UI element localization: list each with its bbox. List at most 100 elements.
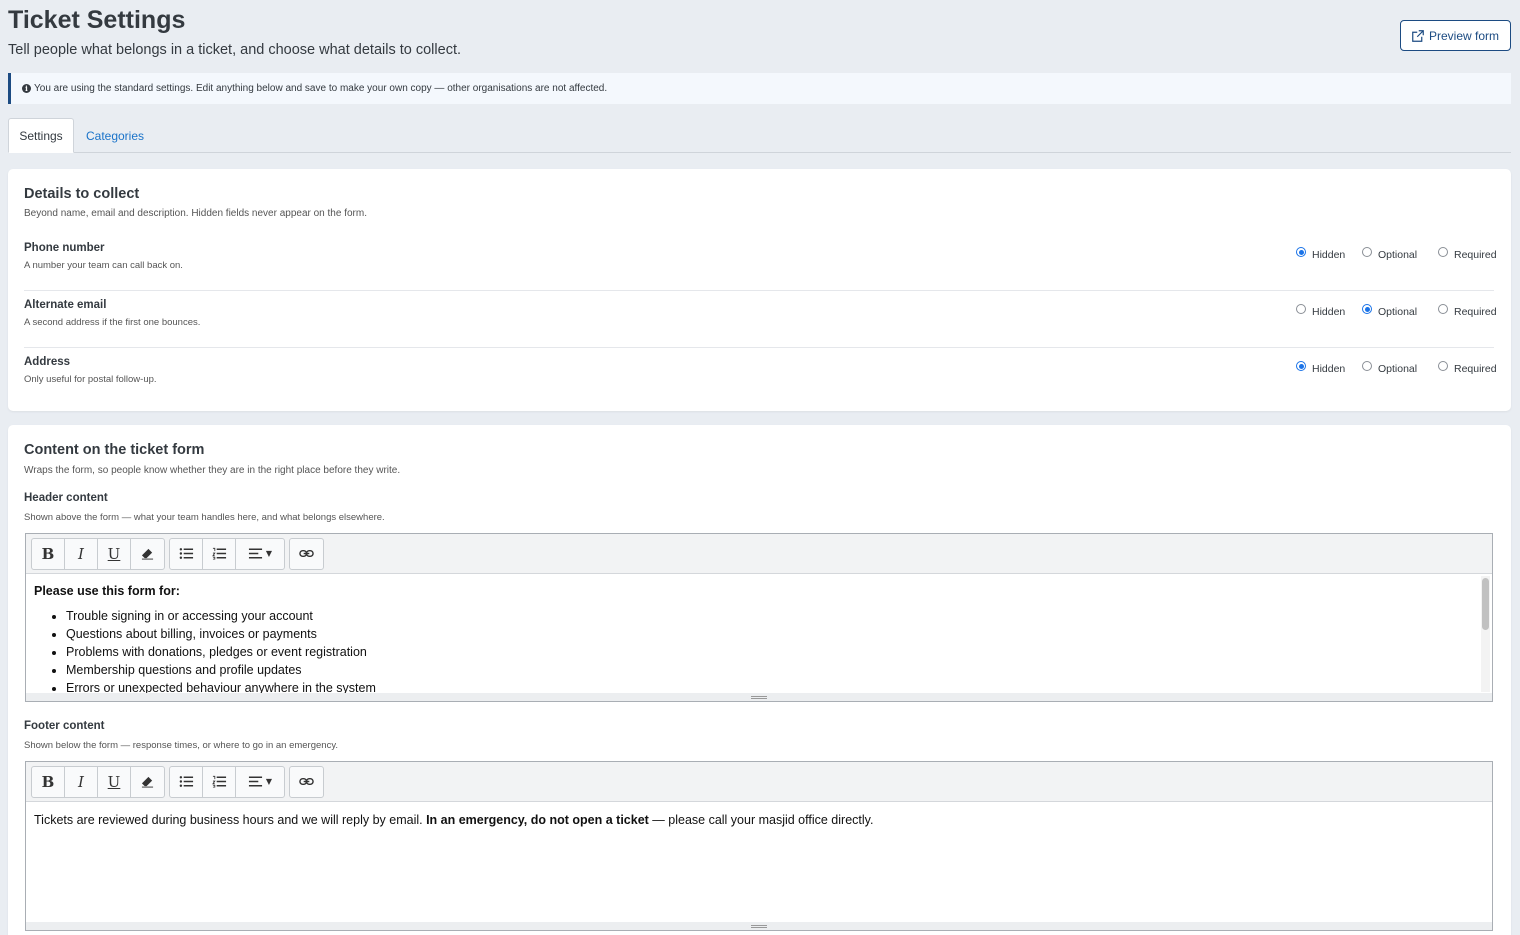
radio-dot[interactable] xyxy=(1362,304,1372,314)
field-help: A second address if the first one bounce… xyxy=(24,317,201,328)
radio-label: Required xyxy=(1454,363,1497,375)
visibility-radio-group: Hidden Optional Required xyxy=(1296,361,1497,379)
details-title: Details to collect xyxy=(24,186,140,202)
info-icon: i xyxy=(22,84,31,93)
footer-text-bold: In an emergency, do not open a ticket xyxy=(426,813,649,827)
header-content-label: Header content xyxy=(24,492,108,504)
radio-dot[interactable] xyxy=(1438,361,1448,371)
footer-text-after: — please call your masjid office directl… xyxy=(648,813,874,827)
align-left-icon xyxy=(248,548,262,559)
radio-dot[interactable] xyxy=(1362,361,1372,371)
field-row-address: Address Only useful for postal follow-up… xyxy=(24,348,1497,405)
align-left-icon xyxy=(248,776,262,787)
radio-dot[interactable] xyxy=(1296,304,1306,314)
radio-label: Hidden xyxy=(1312,306,1346,318)
radio-label: Required xyxy=(1454,306,1497,318)
link-button[interactable] xyxy=(290,767,323,797)
tab-settings[interactable]: Settings xyxy=(8,118,74,153)
footer-content-body[interactable]: Tickets are reviewed during business hou… xyxy=(26,802,1492,930)
radio-hidden[interactable]: Hidden xyxy=(1296,304,1346,318)
list-item: Questions about billing, invoices or pay… xyxy=(66,625,1484,643)
link-button[interactable] xyxy=(290,539,323,569)
list-button-group: ▼ xyxy=(169,537,285,570)
radio-hidden[interactable]: Hidden xyxy=(1296,247,1346,261)
radio-dot[interactable] xyxy=(1362,247,1372,257)
header-content-editor[interactable]: B I U ▼ Please use this form for: • Trou… xyxy=(25,533,1493,702)
field-label: Address xyxy=(24,356,71,368)
format-button-group: B I U xyxy=(31,765,165,798)
preview-form-button[interactable]: Preview form xyxy=(1400,20,1511,51)
radio-dot[interactable] xyxy=(1296,361,1306,371)
radio-required[interactable]: Required xyxy=(1438,361,1497,375)
align-dropdown-button[interactable]: ▼ xyxy=(236,539,284,569)
link-button-group xyxy=(289,765,324,798)
content-subtitle: Wraps the form, so people know whether t… xyxy=(24,465,401,476)
bullet-list-button[interactable] xyxy=(170,766,203,797)
radio-dot[interactable] xyxy=(1438,247,1448,257)
bullet-list-button[interactable] xyxy=(170,538,203,569)
radio-label: Hidden xyxy=(1312,249,1346,261)
chevron-down-icon: ▼ xyxy=(265,777,273,786)
radio-dot[interactable] xyxy=(1438,304,1448,314)
footer-content-editor[interactable]: B I U ▼ Tickets are reviewed during busi… xyxy=(25,761,1493,931)
eraser-icon xyxy=(141,776,154,788)
bullet-list-icon xyxy=(179,548,193,559)
header-content-help: Shown above the form — what your team ha… xyxy=(24,512,385,523)
footer-content-text: Tickets are reviewed during business hou… xyxy=(34,812,1484,827)
eraser-icon xyxy=(141,548,154,560)
footer-text-before: Tickets are reviewed during business hou… xyxy=(34,813,427,827)
numbered-list-button[interactable] xyxy=(203,766,236,797)
format-button-group: B I U xyxy=(31,537,165,570)
editor-toolbar: B I U ▼ xyxy=(26,762,1492,802)
numbered-list-button[interactable] xyxy=(203,538,236,569)
preview-form-label: Preview form xyxy=(1428,28,1499,43)
content-card: Content on the ticket form Wraps the for… xyxy=(8,425,1511,935)
list-item: Problems with donations, pledges or even… xyxy=(66,643,1484,661)
italic-button[interactable]: I xyxy=(65,538,98,569)
header-content-list: Trouble signing in or accessing your acc… xyxy=(34,607,1484,697)
visibility-radio-group: Hidden Optional Required xyxy=(1296,304,1497,322)
radio-hidden[interactable]: Hidden xyxy=(1296,361,1346,375)
eraser-button[interactable] xyxy=(131,767,164,797)
bold-button[interactable]: B xyxy=(32,538,65,569)
footer-content-label: Footer content xyxy=(24,720,105,732)
resize-handle[interactable] xyxy=(26,693,1492,701)
visibility-radio-group: Hidden Optional Required xyxy=(1296,247,1497,265)
external-link-icon xyxy=(1412,29,1424,42)
radio-label: Optional xyxy=(1378,306,1418,318)
field-row-phone: Phone number A number your team can call… xyxy=(24,234,1497,291)
bullet-list-icon xyxy=(179,776,193,787)
numbered-list-icon xyxy=(211,775,226,788)
radio-required[interactable]: Required xyxy=(1438,304,1497,318)
resize-handle[interactable] xyxy=(26,922,1492,930)
radio-dot[interactable] xyxy=(1296,247,1306,257)
list-item: Membership questions and profile updates xyxy=(66,661,1484,679)
info-notice: i You are using the standard settings. E… xyxy=(8,73,1511,104)
scrollbar-thumb[interactable] xyxy=(1482,578,1489,630)
radio-required[interactable]: Required xyxy=(1438,247,1497,261)
radio-optional[interactable]: Optional xyxy=(1362,304,1418,318)
field-label: Alternate email xyxy=(24,299,107,311)
header-content-intro: Please use this form for: xyxy=(34,584,180,598)
link-icon xyxy=(299,777,314,786)
field-row-alternate-email: Alternate email A second address if the … xyxy=(24,291,1497,348)
radio-label: Hidden xyxy=(1312,363,1346,375)
field-help: Only useful for postal follow-up. xyxy=(24,374,157,385)
notice-text: You are using the standard settings. Edi… xyxy=(34,83,608,94)
chevron-down-icon: ▼ xyxy=(265,549,273,558)
radio-optional[interactable]: Optional xyxy=(1362,361,1417,375)
italic-button[interactable]: I xyxy=(65,766,98,797)
underline-button[interactable]: U xyxy=(98,538,131,569)
page-title: Ticket Settings xyxy=(8,6,186,34)
tab-categories[interactable]: Categories xyxy=(86,118,144,153)
bold-button[interactable]: B xyxy=(32,766,65,797)
header-content-body[interactable]: Please use this form for: Trouble signin… xyxy=(26,574,1492,701)
underline-button[interactable]: U xyxy=(98,766,131,797)
numbered-list-icon xyxy=(211,547,226,560)
eraser-button[interactable] xyxy=(131,539,164,569)
radio-optional[interactable]: Optional xyxy=(1362,247,1417,261)
editor-toolbar: B I U ▼ xyxy=(26,534,1492,574)
align-dropdown-button[interactable]: ▼ xyxy=(236,767,284,797)
radio-label: Required xyxy=(1454,249,1497,261)
field-help: A number your team can call back on. xyxy=(24,260,183,271)
